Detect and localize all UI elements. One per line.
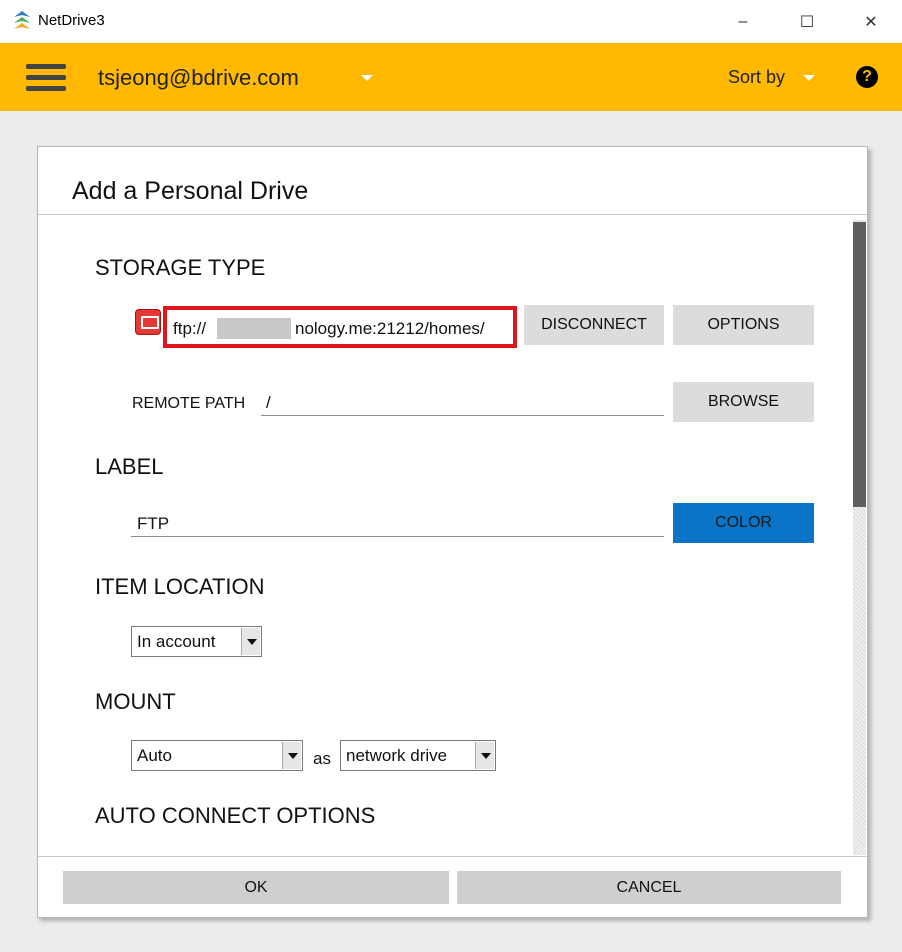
maximize-button[interactable]: ☐ — [777, 0, 837, 43]
disconnect-button[interactable]: DISCONNECT — [524, 305, 664, 345]
remote-path-label: REMOTE PATH — [132, 395, 246, 412]
account-selector[interactable]: tsjeong@bdrive.com — [98, 65, 299, 91]
chevron-down-icon[interactable] — [241, 628, 260, 655]
divider — [38, 214, 867, 215]
url-suffix: nology.me:21212/homes/ — [295, 319, 485, 338]
mount-heading: MOUNT — [95, 689, 176, 714]
mount-drive-select[interactable]: Auto — [131, 740, 303, 771]
mount-drive-value: Auto — [137, 746, 172, 765]
storage-url-field[interactable]: ftp:// nology.me:21212/homes/ — [163, 306, 517, 348]
mount-as-label: as — [313, 749, 331, 768]
ftp-icon — [135, 309, 161, 335]
hamburger-menu-icon[interactable] — [26, 64, 66, 92]
help-icon[interactable]: ? — [856, 66, 878, 88]
ok-button[interactable]: OK — [63, 871, 449, 904]
minimize-button[interactable]: – — [713, 0, 773, 43]
redacted-text — [217, 318, 291, 339]
item-location-heading: ITEM LOCATION — [95, 574, 265, 599]
url-prefix: ftp:// — [173, 319, 207, 338]
dialog-title: Add a Personal Drive — [72, 177, 309, 205]
color-button[interactable]: COLOR — [673, 503, 814, 543]
sort-by-button[interactable]: Sort by — [728, 67, 785, 88]
remote-path-input[interactable] — [261, 415, 664, 416]
cancel-button[interactable]: CANCEL — [457, 871, 841, 904]
options-button[interactable]: OPTIONS — [673, 305, 814, 345]
mount-type-select[interactable]: network drive — [340, 740, 496, 771]
mount-type-value: network drive — [346, 746, 448, 765]
add-drive-dialog: Add a Personal Drive STORAGE TYPE ftp://… — [37, 146, 868, 918]
account-dropdown-icon[interactable] — [361, 75, 373, 81]
item-location-value: In account — [137, 632, 216, 651]
window-titlebar: NetDrive3 – ☐ ✕ — [0, 0, 902, 43]
divider — [38, 856, 867, 857]
sort-dropdown-icon[interactable] — [803, 75, 815, 81]
browse-button[interactable]: BROWSE — [673, 382, 814, 422]
auto-connect-heading: AUTO CONNECT OPTIONS — [95, 803, 376, 828]
chevron-down-icon[interactable] — [475, 742, 494, 769]
label-heading: LABEL — [95, 454, 164, 479]
item-location-select[interactable]: In account — [131, 626, 262, 657]
remote-path-value: / — [266, 393, 271, 412]
chevron-down-icon[interactable] — [282, 742, 301, 769]
label-value: FTP — [137, 514, 170, 533]
netdrive-logo-icon — [14, 11, 30, 29]
label-input[interactable] — [131, 536, 664, 537]
scrollbar-thumb[interactable] — [853, 222, 866, 507]
storage-type-heading: STORAGE TYPE — [95, 255, 266, 280]
close-button[interactable]: ✕ — [841, 0, 901, 43]
window-title: NetDrive3 — [38, 12, 105, 29]
app-header: tsjeong@bdrive.com Sort by ? — [0, 43, 902, 111]
